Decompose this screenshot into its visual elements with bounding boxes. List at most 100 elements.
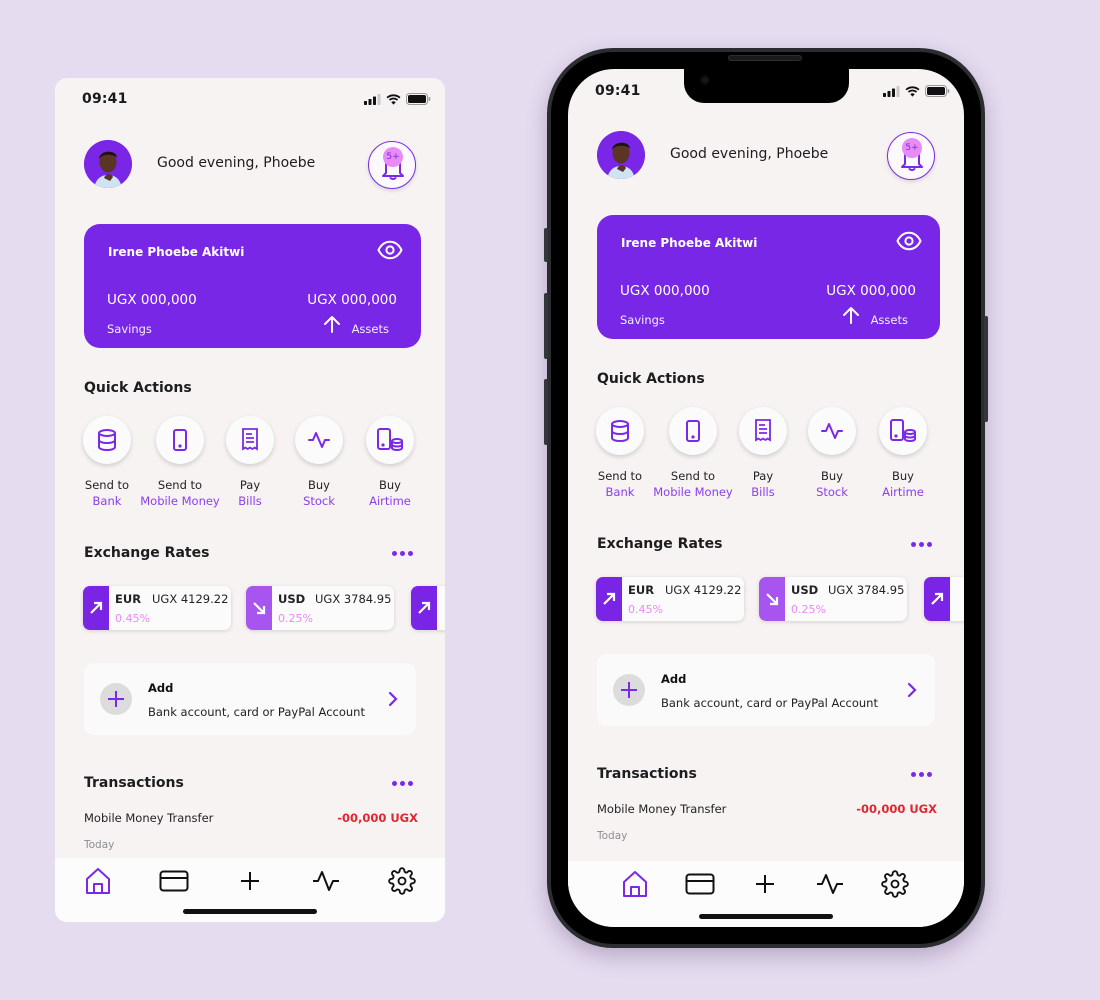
quick-action-label: Send to bbox=[597, 469, 643, 483]
quick-action-send-to-mobile-money[interactable]: Send to Mobile Money bbox=[653, 407, 733, 500]
quick-action-send-to-bank[interactable]: Send to Bank bbox=[580, 407, 660, 500]
quick-action-send-to-bank[interactable]: Send to Bank bbox=[67, 416, 147, 509]
balance-card: Irene Phoebe Akitwi UGX 000,000 UGX 000,… bbox=[597, 215, 940, 339]
savings-label: Savings bbox=[620, 313, 665, 327]
database-icon bbox=[98, 429, 116, 452]
transactions-more-button[interactable] bbox=[911, 772, 932, 777]
home-indicator[interactable] bbox=[183, 909, 317, 914]
status-time: 09:41 bbox=[595, 83, 641, 99]
receipt-icon bbox=[242, 428, 258, 451]
currency-rate: UGX 3784.95 bbox=[828, 583, 905, 597]
nav-add[interactable] bbox=[235, 866, 265, 896]
exchange-rate-card-partial[interactable] bbox=[924, 577, 964, 621]
phone-screen-framed: 09:41 Good evening, Phoebe 5+ Irene Phoe… bbox=[568, 69, 964, 927]
exchange-rates-title: Exchange Rates bbox=[84, 545, 210, 561]
notifications-button[interactable]: 5+ bbox=[887, 132, 935, 180]
exchange-rates-list[interactable]: EUR UGX 4129.22 0.45% USD UGX 3784.95 0.… bbox=[596, 577, 964, 623]
nav-cards[interactable] bbox=[685, 869, 715, 899]
transactions-more-button[interactable] bbox=[392, 781, 413, 786]
exchange-rate-card-usd[interactable]: USD UGX 3784.95 0.25% bbox=[246, 586, 394, 630]
avatar[interactable] bbox=[84, 140, 132, 188]
battery-icon bbox=[925, 85, 950, 97]
chevron-right-icon[interactable] bbox=[907, 682, 917, 698]
greeting-header: Good evening, Phoebe 5+ bbox=[84, 140, 416, 190]
nav-home[interactable] bbox=[83, 866, 113, 896]
arrow-up-right-icon bbox=[603, 592, 616, 605]
quick-action-sublabel: Stock bbox=[816, 485, 848, 499]
earpiece-speaker bbox=[728, 55, 802, 61]
exchange-rates-more-button[interactable] bbox=[911, 542, 932, 547]
quick-actions: Send to Bank Send to Mobile Money Pay Bi… bbox=[75, 416, 425, 516]
fx-trend-badge bbox=[83, 586, 109, 630]
activity-icon bbox=[821, 423, 843, 439]
savings-amount: UGX 000,000 bbox=[620, 283, 710, 299]
assets-amount: UGX 000,000 bbox=[307, 292, 397, 308]
battery-icon bbox=[406, 93, 431, 105]
chevron-right-icon[interactable] bbox=[388, 691, 398, 707]
quick-action-label: Send to bbox=[670, 469, 716, 483]
nav-activity[interactable] bbox=[311, 866, 341, 896]
power-button bbox=[984, 316, 988, 422]
quick-action-label: Send to bbox=[157, 478, 203, 492]
savings-label: Savings bbox=[107, 322, 152, 336]
currency-code: EUR bbox=[115, 592, 142, 606]
exchange-rates-more-button[interactable] bbox=[392, 551, 413, 556]
add-account-card[interactable]: Add Bank account, card or PayPal Account bbox=[84, 663, 416, 735]
transaction-name: Mobile Money Transfer bbox=[84, 811, 214, 825]
notification-badge: 5+ bbox=[383, 147, 403, 167]
avatar[interactable] bbox=[597, 131, 645, 179]
mobile-phone-icon bbox=[173, 429, 187, 451]
nav-activity[interactable] bbox=[815, 869, 845, 899]
add-button[interactable] bbox=[100, 683, 132, 715]
quick-action-send-to-mobile-money[interactable]: Send to Mobile Money bbox=[140, 416, 220, 509]
quick-action-sublabel: Stock bbox=[303, 494, 335, 508]
wifi-icon bbox=[905, 85, 920, 97]
quick-action-label: Pay bbox=[752, 469, 774, 483]
eye-icon[interactable] bbox=[896, 231, 922, 251]
nav-add[interactable] bbox=[750, 869, 780, 899]
exchange-rate-card-eur[interactable]: EUR UGX 4129.22 0.45% bbox=[596, 577, 744, 621]
home-indicator[interactable] bbox=[699, 914, 833, 919]
transaction-amount: -00,000 UGX bbox=[856, 802, 937, 816]
quick-action-buy-stock[interactable]: Buy Stock bbox=[792, 407, 872, 500]
transaction-date: Today bbox=[597, 830, 628, 842]
arrow-up-right-icon bbox=[418, 601, 431, 614]
dot-icon bbox=[919, 542, 924, 547]
add-account-card[interactable]: Add Bank account, card or PayPal Account bbox=[597, 654, 935, 726]
nav-home[interactable] bbox=[620, 869, 650, 899]
plus-icon bbox=[621, 682, 637, 698]
greeting-text: Good evening, Phoebe bbox=[670, 146, 829, 162]
quick-action-sublabel: Bills bbox=[238, 494, 262, 508]
nav-settings[interactable] bbox=[387, 866, 417, 896]
notifications-button[interactable]: 5+ bbox=[368, 141, 416, 189]
balance-card: Irene Phoebe Akitwi UGX 000,000 UGX 000,… bbox=[84, 224, 421, 348]
transaction-date: Today bbox=[84, 839, 115, 851]
database-icon bbox=[611, 420, 629, 443]
quick-action-label: Pay bbox=[239, 478, 261, 492]
arrow-up-right-icon bbox=[931, 592, 944, 605]
exchange-rates-list[interactable]: EUR UGX 4129.22 0.45% USD UGX 3784.95 0.… bbox=[83, 586, 445, 632]
quick-actions-title: Quick Actions bbox=[84, 380, 192, 396]
exchange-rate-card-partial[interactable] bbox=[411, 586, 445, 630]
mute-switch bbox=[544, 228, 548, 262]
bottom-navigation bbox=[568, 861, 964, 927]
quick-action-label: Send to bbox=[84, 478, 130, 492]
dot-icon bbox=[400, 781, 405, 786]
add-button[interactable] bbox=[613, 674, 645, 706]
add-account-subtitle: Bank account, card or PayPal Account bbox=[148, 705, 365, 719]
quick-action-pay-bills[interactable]: Pay Bills bbox=[210, 416, 290, 509]
dot-icon bbox=[408, 551, 413, 556]
quick-action-buy-stock[interactable]: Buy Stock bbox=[279, 416, 359, 509]
nav-cards[interactable] bbox=[159, 866, 189, 896]
eye-icon[interactable] bbox=[377, 240, 403, 260]
quick-action-buy-airtime[interactable]: Buy Airtime bbox=[350, 416, 430, 509]
quick-action-sublabel: Airtime bbox=[882, 485, 924, 499]
nav-settings[interactable] bbox=[880, 869, 910, 899]
exchange-rate-card-eur[interactable]: EUR UGX 4129.22 0.45% bbox=[83, 586, 231, 630]
dot-icon bbox=[919, 772, 924, 777]
quick-action-buy-airtime[interactable]: Buy Airtime bbox=[863, 407, 943, 500]
arrow-down-right-icon bbox=[253, 602, 266, 615]
exchange-rate-card-usd[interactable]: USD UGX 3784.95 0.25% bbox=[759, 577, 907, 621]
quick-action-pay-bills[interactable]: Pay Bills bbox=[723, 407, 803, 500]
quick-action-sublabel: Bank bbox=[92, 494, 122, 508]
